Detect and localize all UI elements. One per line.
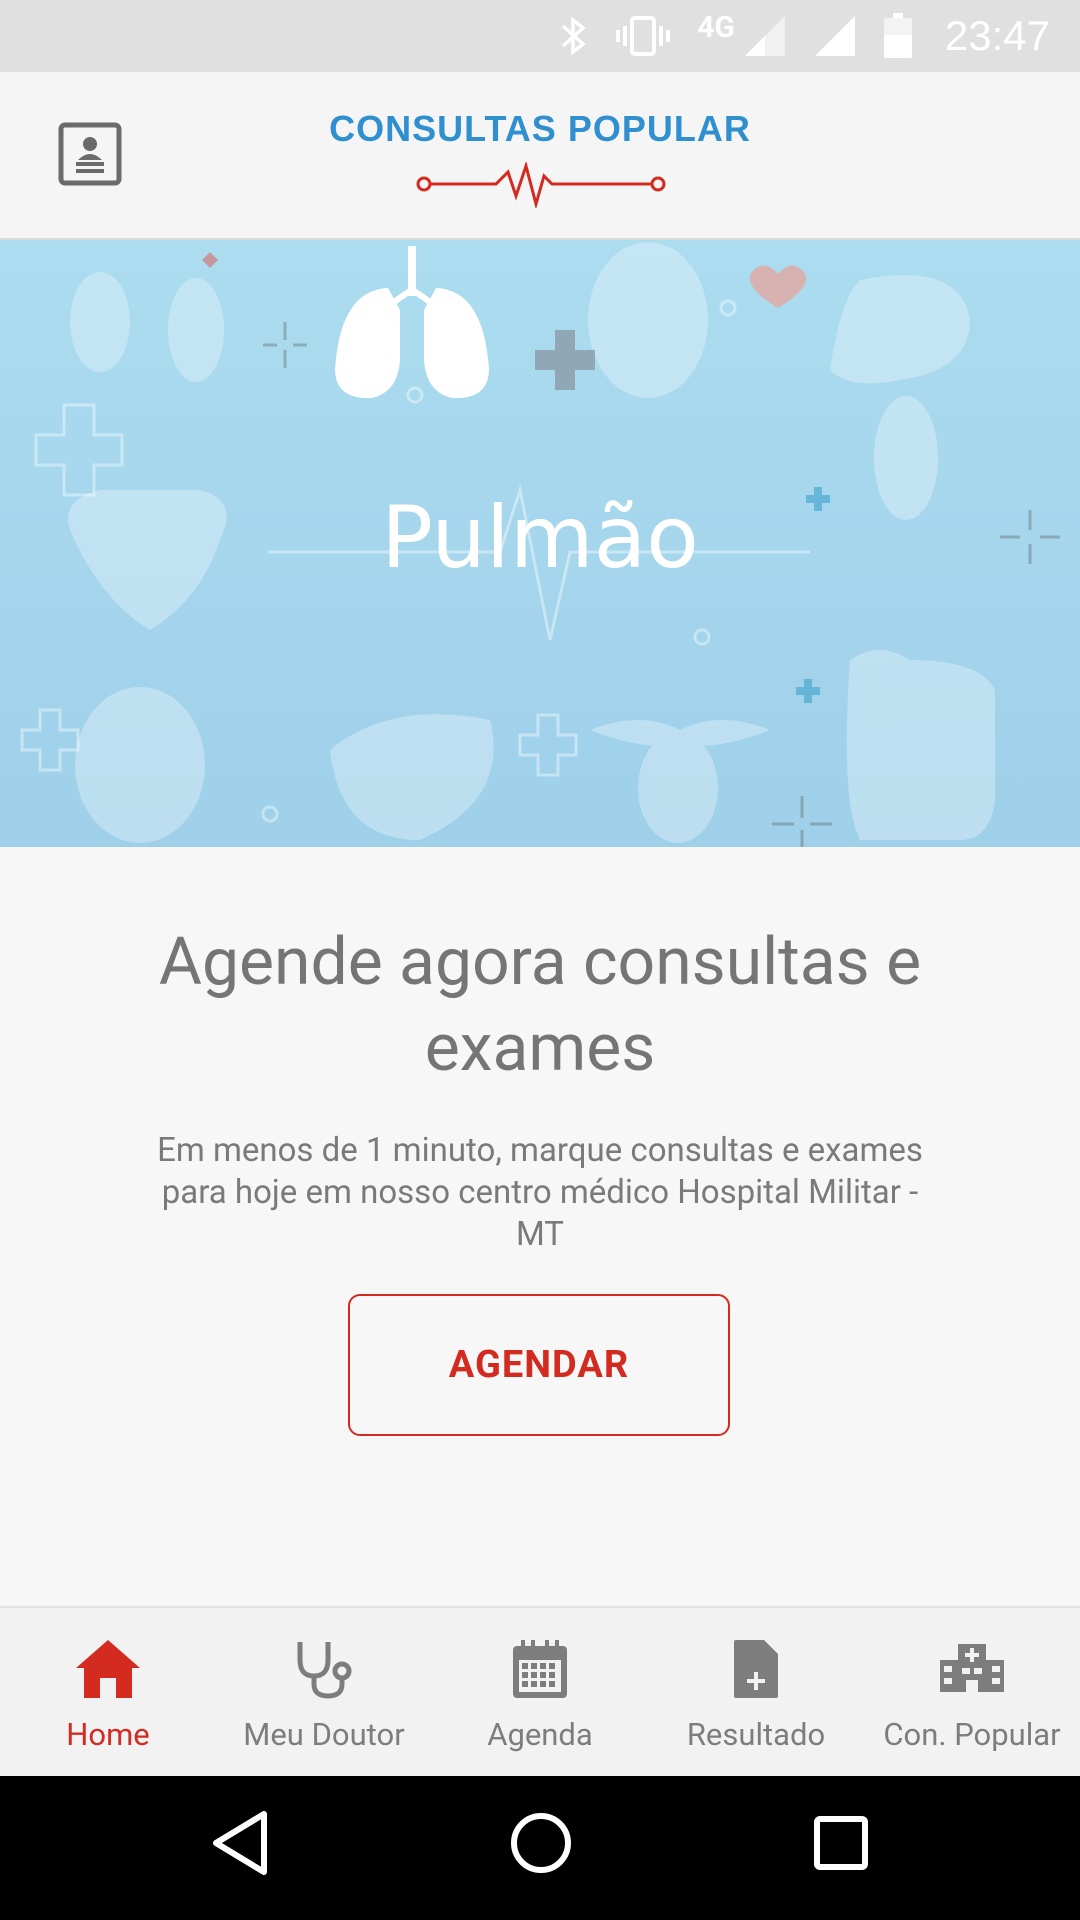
nav-label: Home <box>66 1716 150 1753</box>
nav-item-meu-doutor[interactable]: Meu Doutor <box>216 1608 432 1776</box>
nav-item-con-popular[interactable]: Con. Popular <box>864 1608 1080 1776</box>
home-icon <box>76 1640 140 1698</box>
nav-label: Meu Doutor <box>243 1716 405 1753</box>
app-bar: CONSULTAS POPULAR <box>0 72 1080 240</box>
nav-item-resultado[interactable]: Resultado <box>648 1608 864 1776</box>
hospital-icon <box>940 1644 1004 1692</box>
home-circle-icon[interactable] <box>506 1808 576 1878</box>
signal-icon <box>743 14 787 58</box>
nav-label: Resultado <box>686 1716 826 1753</box>
status-bar: 4G 23:47 <box>0 0 1080 72</box>
agendar-button[interactable]: AGENDAR <box>348 1294 730 1436</box>
status-time: 23:47 <box>944 12 1050 59</box>
signal-icon <box>813 14 857 58</box>
bottom-navigation: Home Meu Doutor Agenda Resultado Con. Po… <box>0 1606 1080 1776</box>
calendar-icon <box>513 1640 567 1698</box>
headline: Agende agora consultas e exames <box>158 924 922 1087</box>
hero-title: Pulmão <box>381 488 699 588</box>
back-icon[interactable] <box>210 1808 270 1878</box>
hero-banner[interactable]: Pulmão <box>0 240 1080 847</box>
nav-label: Agenda <box>487 1716 593 1753</box>
app-logo: CONSULTAS POPULAR <box>320 108 760 208</box>
profile-button[interactable] <box>56 120 124 188</box>
recents-icon[interactable] <box>812 1808 870 1878</box>
nav-item-agenda[interactable]: Agenda <box>432 1608 648 1776</box>
system-navigation-bar <box>0 1776 1080 1920</box>
subtext: Em menos de 1 minuto, marque consultas e… <box>157 1131 923 1254</box>
bluetooth-icon <box>559 14 589 58</box>
profile-card-icon <box>58 122 122 186</box>
stethoscope-icon <box>297 1642 352 1699</box>
vibrate-icon <box>615 14 671 58</box>
network-type: 4G <box>697 9 735 45</box>
lungs-icon <box>335 246 489 399</box>
battery-icon <box>883 13 913 59</box>
document-plus-icon <box>734 1640 778 1698</box>
logo-text: CONSULTAS POPULAR <box>329 108 751 149</box>
nav-label: Con. Popular <box>883 1716 1061 1753</box>
heartbeat-icon <box>416 162 666 208</box>
nav-item-home[interactable]: Home <box>0 1608 216 1776</box>
